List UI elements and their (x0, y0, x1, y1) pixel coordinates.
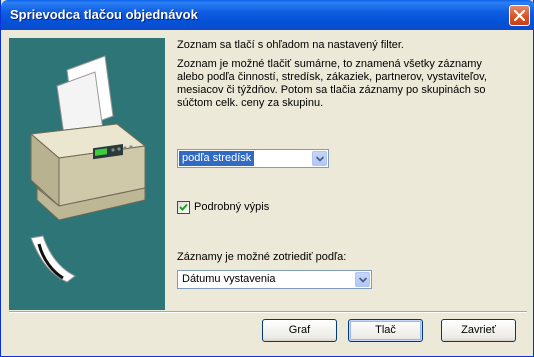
detail-checkbox-label[interactable]: Podrobný výpis (194, 201, 269, 213)
divider (9, 311, 527, 313)
close-icon (514, 10, 525, 21)
description-line: Zoznam je možné tlačiť sumárne, to zname… (177, 58, 482, 70)
group-by-dropdown-arrow[interactable] (312, 151, 327, 166)
group-by-select[interactable]: podľa stredísk (177, 149, 329, 168)
description-line: mesiacov či týždňov. Potom sa tlačia záz… (177, 84, 486, 96)
print-wizard-dialog: Sprievodca tlačou objednávok Zoznam sa t… (0, 0, 534, 357)
intro-text: Zoznam sa tlačí s ohľadom na nastavený f… (177, 39, 404, 51)
group-by-value: podľa stredísk (179, 151, 255, 166)
close-button[interactable]: Zavrieť (441, 319, 516, 342)
chevron-down-icon (316, 156, 324, 162)
description-line: súčtom celk. ceny za skupinu. (177, 97, 324, 109)
graph-button[interactable]: Graf (262, 319, 337, 342)
description-text: Zoznam je možné tlačiť sumárne, to zname… (177, 58, 517, 110)
detail-checkbox[interactable] (177, 201, 190, 214)
printer-icon (29, 55, 147, 283)
sort-by-value: Dátumu vystavenia (182, 273, 276, 285)
print-button[interactable]: Tlač (348, 319, 423, 342)
sort-label: Záznamy je možné zotriediť podľa: (177, 251, 347, 263)
description-line: alebo podľa činností, stredísk, zákaziek… (177, 71, 487, 83)
checkmark-icon (179, 203, 188, 211)
chevron-down-icon (359, 277, 367, 283)
close-window-button[interactable] (509, 5, 530, 26)
window-title: Sprievodca tlačou objednávok (10, 7, 198, 22)
sort-by-select[interactable]: Dátumu vystavenia (177, 270, 372, 289)
title-bar[interactable]: Sprievodca tlačou objednávok (1, 0, 534, 30)
sort-by-dropdown-arrow[interactable] (355, 272, 370, 287)
printer-illustration (9, 38, 165, 310)
